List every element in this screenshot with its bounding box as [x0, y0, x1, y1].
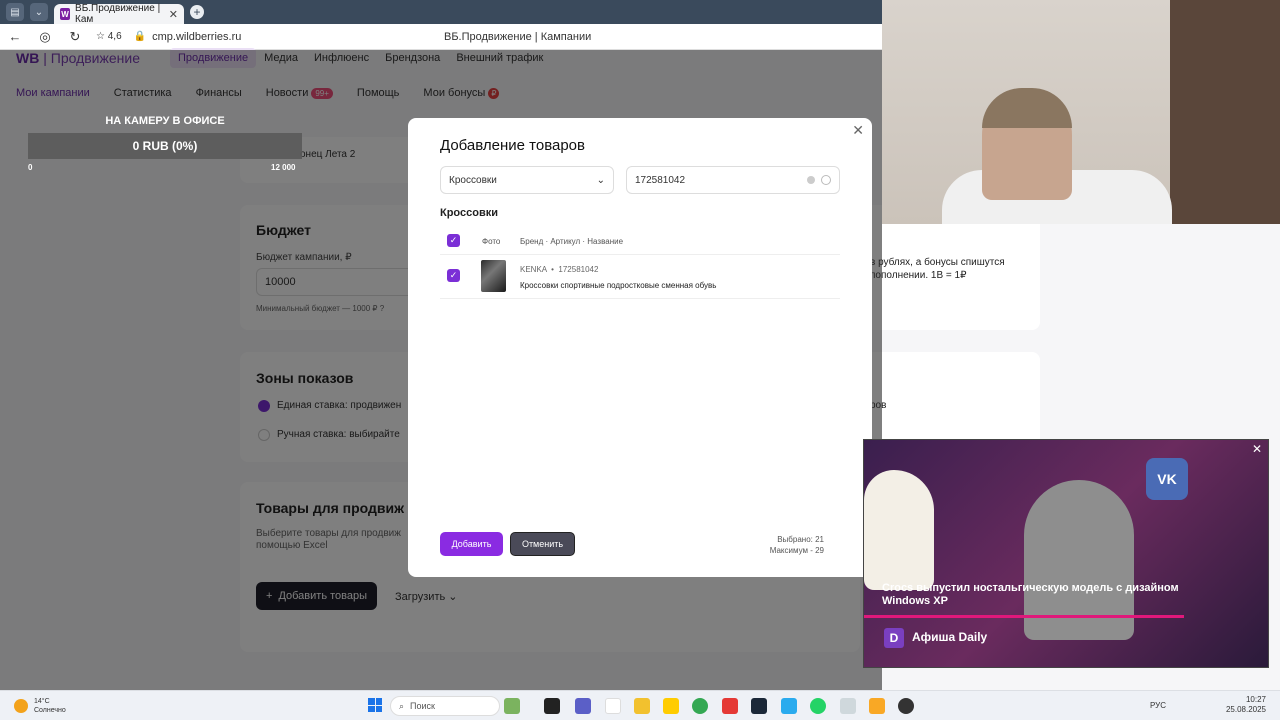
- modal-title: Добавление товаров: [440, 137, 585, 154]
- section-title: Кроссовки: [440, 207, 498, 219]
- add-button[interactable]: Добавить: [440, 532, 503, 556]
- whatsapp-icon[interactable]: [810, 698, 826, 714]
- product-brand: KENKA: [520, 265, 547, 274]
- product-name: Кроссовки спортивные подростковые сменна…: [520, 281, 717, 290]
- product-checkbox[interactable]: ✓: [447, 269, 460, 282]
- url-text[interactable]: cmp.wildberries.ru: [152, 31, 241, 43]
- tab-title: ВБ.Продвижение | Кам: [75, 3, 161, 25]
- close-icon[interactable]: ✕: [852, 122, 864, 139]
- search-icon[interactable]: [821, 175, 831, 185]
- search-value: 172581042: [635, 174, 686, 186]
- goal-min: 0: [28, 163, 33, 172]
- select-all-checkbox[interactable]: ✓: [447, 234, 460, 247]
- afisha-logo: D: [884, 628, 904, 648]
- close-icon[interactable]: ✕: [1252, 442, 1262, 456]
- search-input[interactable]: 172581042: [626, 166, 840, 194]
- sun-icon: [14, 699, 28, 713]
- product-photo[interactable]: [481, 260, 506, 292]
- steam-icon[interactable]: [751, 698, 767, 714]
- taskbar: 14°C Солнечно ⌕ Поиск РУС 10:27 25.08.2025: [0, 690, 1280, 720]
- selection-count: Выбрано: 21 Максимум - 29: [770, 534, 824, 556]
- chrome-icon[interactable]: [692, 698, 708, 714]
- category-value: Кроссовки: [449, 174, 497, 186]
- chevron-down-icon: ⌄: [596, 174, 605, 186]
- clear-icon[interactable]: [807, 176, 815, 184]
- shield-icon[interactable]: ◎: [30, 29, 60, 45]
- divider: [440, 254, 840, 255]
- rating-value: 4,6: [107, 31, 122, 42]
- donation-goal-widget: НА КАМЕРУ В ОФИСЕ 0 RUB (0%): [28, 115, 302, 159]
- browser-tabbar: ▤ ⌄ W ВБ.Продвижение | Кам ✕ +: [0, 0, 882, 25]
- temperature: 14°C: [34, 698, 50, 705]
- weather-widget[interactable]: 14°C Солнечно: [14, 697, 66, 715]
- goal-max: 12 000: [271, 163, 296, 172]
- lamp: [864, 470, 934, 590]
- back-icon[interactable]: ←: [0, 29, 30, 44]
- windows-start-icon[interactable]: [368, 698, 382, 712]
- product-brand-sku: KENKA • 172581042: [520, 265, 599, 274]
- goal-title: НА КАМЕРУ В ОФИСЕ: [105, 115, 225, 127]
- wb-favicon-icon: W: [60, 8, 71, 20]
- add-goods-modal: ✕ Добавление товаров Кроссовки ⌄ 1725810…: [408, 118, 872, 577]
- file-explorer-icon[interactable]: [634, 698, 650, 714]
- browser-menu-icon[interactable]: ▤: [6, 3, 24, 21]
- selected-count: Выбрано: 21: [777, 535, 824, 544]
- date: 25.08.2025: [1225, 705, 1266, 714]
- task-view-icon[interactable]: [544, 698, 560, 714]
- yandex-icon[interactable]: [722, 698, 738, 714]
- col-photo: Фото: [482, 237, 501, 246]
- category-select[interactable]: Кроссовки ⌄: [440, 166, 614, 194]
- goal-progress-bar: 0 RUB (0%): [28, 133, 302, 159]
- search-label: Поиск: [410, 701, 435, 711]
- tabs-dropdown-icon[interactable]: ⌄: [30, 3, 48, 21]
- clock[interactable]: 10:27 25.08.2025: [1226, 695, 1266, 715]
- person-hair: [982, 88, 1072, 128]
- video-caption: Crocs выпустил ностальгическую модель с …: [882, 582, 1179, 607]
- app-icon-3[interactable]: [869, 698, 885, 714]
- taskbar-search[interactable]: ⌕ Поиск: [390, 696, 500, 716]
- lock-icon[interactable]: 🔒: [134, 31, 146, 42]
- teams-icon[interactable]: [575, 698, 591, 714]
- zones-right-text: ров: [870, 400, 887, 411]
- reload-icon[interactable]: ↻: [60, 29, 90, 45]
- browser-tab[interactable]: W ВБ.Продвижение | Кам ✕: [54, 3, 184, 25]
- new-tab-button[interactable]: +: [190, 5, 204, 19]
- webcam-feed: [882, 0, 1280, 224]
- app-icon[interactable]: [663, 698, 679, 714]
- caption-bar: [864, 615, 1184, 618]
- video-brand: Афиша Daily: [912, 630, 988, 644]
- yandex-browser-icon[interactable]: [605, 698, 621, 714]
- page-title: ВБ.Продвижение | Кампании: [444, 30, 592, 43]
- language-indicator[interactable]: РУС: [1150, 701, 1166, 710]
- weather-text: Солнечно: [34, 707, 66, 714]
- site-rating[interactable]: ☆ 4,6: [96, 31, 122, 42]
- col-info: Бренд · Артикул · Название: [520, 237, 624, 246]
- search-icon: ⌕: [399, 700, 405, 711]
- app-icon-2[interactable]: [840, 698, 856, 714]
- address-bar: ← ◎ ↻ ☆ 4,6 🔒 cmp.wildberries.ru ВБ.Прод…: [0, 24, 882, 50]
- app-icon-4[interactable]: [898, 698, 914, 714]
- cancel-button[interactable]: Отменить: [510, 532, 575, 556]
- divider: [440, 298, 840, 299]
- budget-info-text: в рублях, а бонусы спишутся пополнении. …: [870, 257, 1005, 281]
- widgets-icon[interactable]: [504, 698, 520, 714]
- wardrobe: [1170, 0, 1280, 224]
- max-count: Максимум - 29: [769, 546, 824, 555]
- telegram-icon[interactable]: [781, 698, 797, 714]
- close-tab-icon[interactable]: ✕: [169, 8, 178, 21]
- video-pip[interactable]: VK ✕ Crocs выпустил ностальгическую моде…: [863, 439, 1269, 668]
- product-sku: 172581042: [558, 265, 599, 274]
- vk-logo: VK: [1146, 458, 1188, 500]
- time: 10:27: [1245, 695, 1266, 704]
